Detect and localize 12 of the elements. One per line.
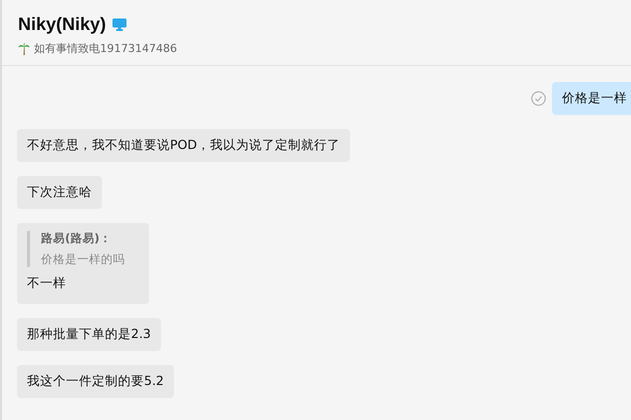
- message-bubble: 价格是一样: [552, 82, 631, 115]
- monitor-icon: [112, 18, 128, 31]
- message-bubble: 下次注意哈: [17, 176, 102, 209]
- message-bubble: 不好意思，我不知道要说POD，我以为说了定制就行了: [17, 129, 350, 162]
- message-bubble: 我这个一件定制的要5.2: [17, 365, 174, 398]
- quote-author: 路易(路易)：: [41, 231, 113, 246]
- quote-text: 价格是一样的吗: [41, 252, 125, 267]
- contact-name: Niky(Niky): [18, 14, 106, 35]
- message-bubble: 那种批量下单的是2.3: [17, 318, 161, 351]
- palm-tree-icon: [18, 42, 30, 54]
- message-text: 不一样: [27, 275, 67, 292]
- status-text: 如有事情致电19173147486: [34, 41, 177, 56]
